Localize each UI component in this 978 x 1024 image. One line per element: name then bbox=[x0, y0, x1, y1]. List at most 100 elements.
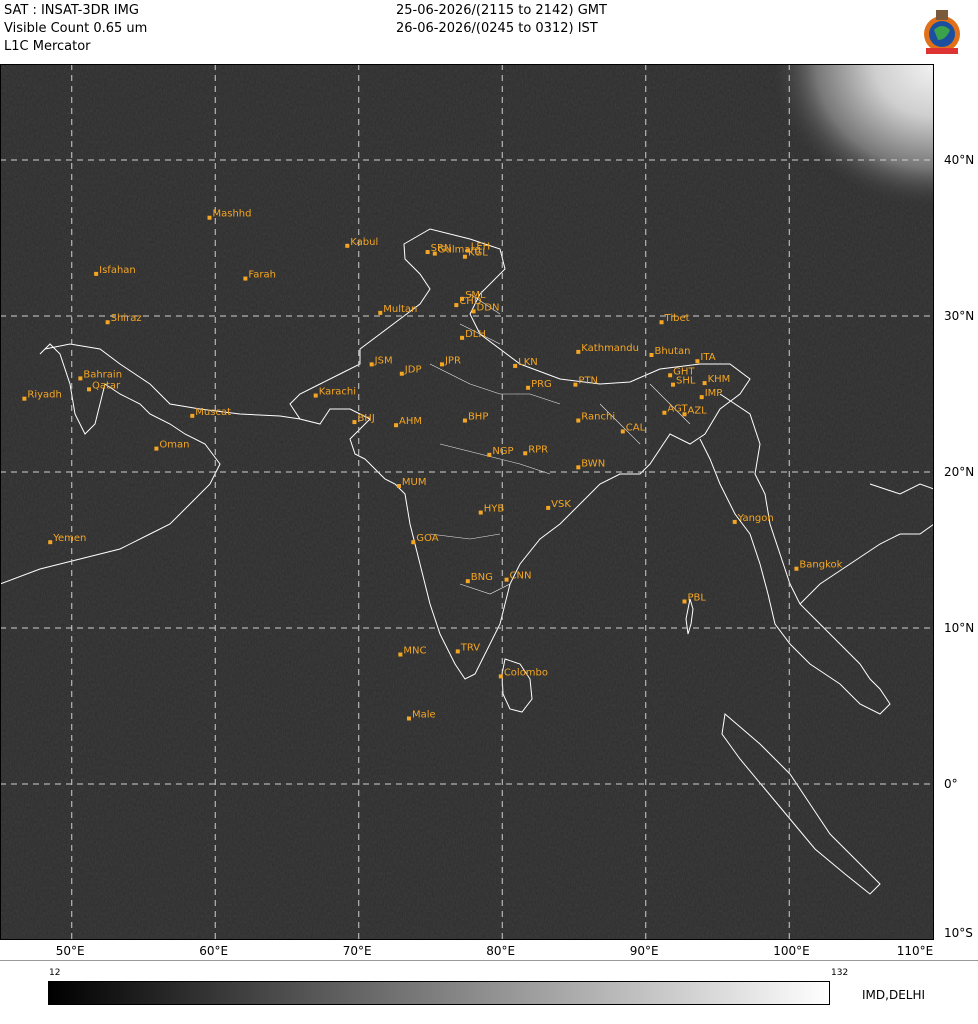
station-dot-icon bbox=[523, 451, 528, 456]
station-label: CAL bbox=[626, 422, 646, 433]
station-dot-icon bbox=[682, 412, 687, 417]
station-label: JSM bbox=[374, 355, 393, 366]
station-marker[interactable]: Male bbox=[406, 709, 436, 721]
station-dot-icon bbox=[576, 418, 581, 423]
station-dot-icon bbox=[462, 254, 467, 259]
station-dot-icon bbox=[352, 420, 357, 425]
station-label: Bhutan bbox=[654, 346, 690, 357]
station-dot-icon bbox=[487, 452, 492, 457]
station-dot-icon bbox=[620, 429, 625, 434]
station-marker[interactable]: BNG bbox=[465, 572, 493, 584]
station-label: RPR bbox=[528, 444, 548, 455]
station-dot-icon bbox=[207, 215, 212, 220]
lon-tick-label: 80°E bbox=[486, 944, 516, 958]
station-dot-icon bbox=[498, 674, 503, 679]
station-label: Qatar bbox=[92, 380, 121, 391]
station-marker[interactable]: Qatar bbox=[86, 380, 121, 392]
station-dot-icon bbox=[94, 271, 99, 276]
station-dot-icon bbox=[190, 413, 195, 418]
station-marker[interactable]: Yangon bbox=[732, 513, 774, 524]
station-marker[interactable]: Shiraz bbox=[105, 313, 142, 325]
station-marker[interactable]: GOA bbox=[411, 533, 439, 545]
station-label: Colombo bbox=[504, 667, 548, 678]
station-label: KHM bbox=[708, 374, 731, 385]
header-left: SAT : INSAT-3DR IMG Visible Count 0.65 u… bbox=[4, 2, 147, 56]
station-marker[interactable]: Oman bbox=[154, 440, 189, 451]
station-dot-icon bbox=[649, 353, 654, 357]
station-marker[interactable]: Ranchi bbox=[576, 412, 615, 423]
station-dot-icon bbox=[396, 484, 401, 489]
station-label: BWN bbox=[581, 458, 605, 469]
station-dot-icon bbox=[573, 382, 578, 387]
station-label: Ranchi bbox=[581, 412, 615, 423]
station-label: BHJ bbox=[357, 413, 374, 424]
lon-tick-label: 110°E bbox=[896, 944, 934, 958]
station-marker[interactable]: Kabul bbox=[345, 237, 378, 248]
station-dot-icon bbox=[378, 310, 383, 315]
station-label: Multan bbox=[383, 304, 417, 315]
station-label: Mashhd bbox=[213, 209, 252, 220]
station-dot-icon bbox=[86, 387, 91, 392]
lon-tick-label: 70°E bbox=[342, 944, 372, 958]
credit-label: IMD,DELHI bbox=[862, 988, 926, 1002]
station-dot-icon bbox=[22, 396, 27, 401]
station-label: SHL bbox=[676, 376, 696, 387]
station-dot-icon bbox=[668, 373, 673, 378]
station-dot-icon bbox=[425, 250, 430, 255]
station-marker[interactable]: DDN bbox=[471, 302, 500, 314]
station-label: HYB bbox=[484, 504, 505, 515]
station-marker[interactable]: Kathmandu bbox=[576, 343, 639, 354]
colorbar-min-label: 12 bbox=[49, 968, 61, 978]
station-dot-icon bbox=[48, 540, 53, 545]
station-dot-icon bbox=[576, 349, 581, 354]
station-marker[interactable]: Bahrain bbox=[78, 369, 122, 381]
station-label: AZL bbox=[687, 405, 707, 416]
station-dot-icon bbox=[439, 362, 444, 367]
station-marker[interactable]: Tibet bbox=[659, 313, 690, 325]
station-marker[interactable]: Mashhd bbox=[207, 209, 252, 220]
station-label: Kathmandu bbox=[581, 343, 639, 354]
station-label: Tibet bbox=[664, 313, 690, 324]
station-marker[interactable]: AHM bbox=[394, 416, 422, 428]
station-label: IMP bbox=[705, 388, 723, 399]
station-dot-icon bbox=[671, 382, 676, 387]
station-dot-icon bbox=[699, 395, 704, 400]
station-dot-icon bbox=[465, 579, 470, 584]
station-marker[interactable]: CNN bbox=[504, 571, 532, 582]
station-marker[interactable]: Bangkok bbox=[794, 560, 843, 571]
station-label: MNC bbox=[403, 646, 426, 657]
lon-tick-label: 60°E bbox=[199, 944, 229, 958]
station-marker[interactable]: Isfahan bbox=[94, 265, 136, 276]
station-dot-icon bbox=[78, 376, 83, 381]
station-label: GOA bbox=[416, 533, 438, 544]
station-marker[interactable]: KHM bbox=[702, 374, 731, 386]
station-marker[interactable]: Colombo bbox=[498, 667, 548, 679]
station-label: BNG bbox=[471, 572, 493, 583]
satellite-map[interactable]: MashhdKabulSRNGulmargLEHKGLIsfahan FarahS… bbox=[0, 64, 934, 940]
station-marker[interactable]: MUM bbox=[396, 477, 427, 489]
colorbar-max-label: 132 bbox=[831, 968, 849, 978]
station-dot-icon bbox=[345, 243, 350, 248]
station-marker[interactable]: Multan bbox=[378, 304, 417, 315]
station-marker[interactable]: Karachi bbox=[313, 387, 356, 398]
station-marker[interactable]: Yemen bbox=[48, 533, 86, 545]
station-marker[interactable]: Muscat bbox=[190, 407, 231, 418]
station-label: CNN bbox=[510, 571, 532, 582]
station-label: AHM bbox=[399, 416, 422, 427]
station-label: PBL bbox=[687, 592, 706, 603]
station-marker[interactable]: MNC bbox=[398, 646, 426, 657]
station-dot-icon bbox=[460, 335, 465, 340]
station-marker[interactable]: Bhutan bbox=[649, 346, 690, 357]
station-marker[interactable]: BWN bbox=[576, 458, 605, 470]
station-dot-icon bbox=[154, 446, 159, 451]
station-label: Bangkok bbox=[799, 560, 842, 571]
station-marker[interactable]: Farah bbox=[243, 270, 276, 281]
station-label: Yemen bbox=[52, 533, 86, 544]
station-label: Karachi bbox=[319, 387, 356, 398]
station-dot-icon bbox=[471, 309, 476, 314]
lon-tick-label: 90°E bbox=[629, 944, 659, 958]
station-label: KGL bbox=[468, 248, 488, 259]
lat-tick-label: 40°N bbox=[944, 153, 975, 167]
channel-label: Visible Count 0.65 um bbox=[4, 21, 148, 36]
station-marker[interactable]: Riyadh bbox=[22, 390, 62, 401]
